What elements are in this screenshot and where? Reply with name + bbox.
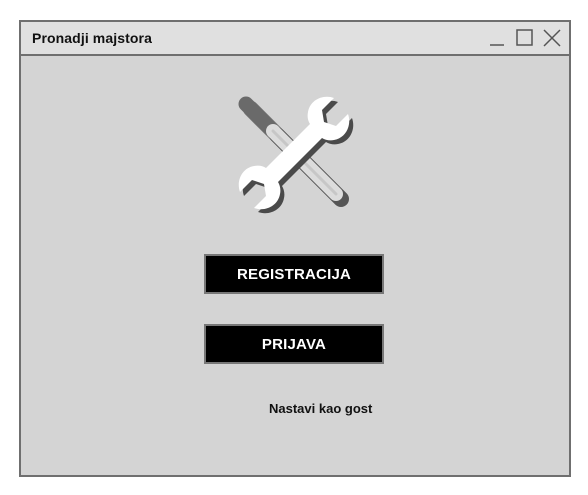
title-bar[interactable]: Pronadji majstora: [21, 22, 569, 56]
maximize-icon[interactable]: [514, 27, 536, 49]
minimize-icon[interactable]: [487, 27, 509, 49]
tools-wrench-screwdriver-icon: [226, 84, 361, 219]
app-window: Pronadji majstora REGISTRACIJA PRIJAVA N…: [19, 20, 571, 477]
continue-as-guest-link[interactable]: Nastavi kao gost: [269, 401, 372, 416]
login-button[interactable]: PRIJAVA: [204, 324, 384, 364]
window-title: Pronadji majstora: [32, 30, 152, 46]
close-icon[interactable]: [541, 27, 563, 49]
register-button[interactable]: REGISTRACIJA: [204, 254, 384, 294]
